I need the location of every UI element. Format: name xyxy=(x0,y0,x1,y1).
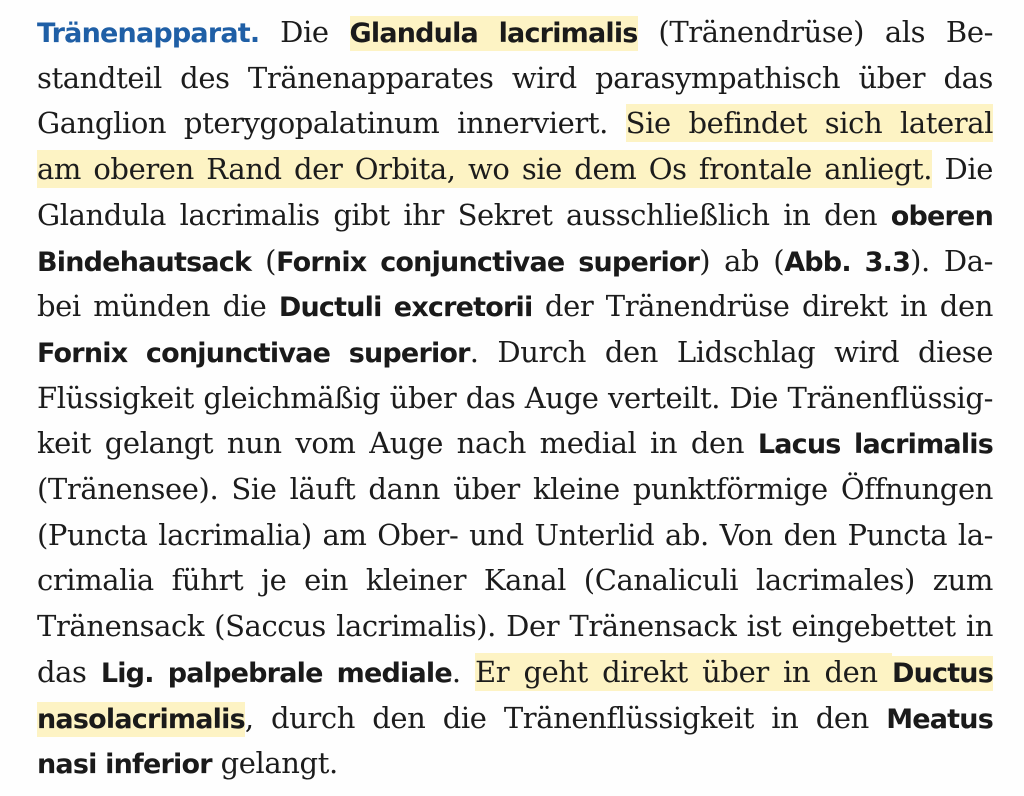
text-line: nasi inferior gelangt. xyxy=(37,740,993,786)
text-line: Tränenapparat. Die Glandula lacrimalis (… xyxy=(37,9,993,55)
text-line: Glandula lacrimalis gibt ihr Sekret auss… xyxy=(37,192,994,238)
bold-term: Abb. 3.3 xyxy=(784,246,911,278)
highlighted-text: am oberen Rand der Orbita, wo sie dem Os… xyxy=(37,150,933,189)
text-run: (Tränensee). Sie läuft dann über kleine … xyxy=(37,472,993,506)
text-line: Bindehautsack (Fornix conjunctivae super… xyxy=(37,238,993,284)
text-run: . xyxy=(451,654,475,689)
text-run: ) ab ( xyxy=(699,243,785,278)
bold-term: Bindehautsack xyxy=(37,246,252,278)
text-run: , durch den die Tränenflüssigkeit in den xyxy=(244,700,887,735)
text-run: (Puncta lacrimalia) am Ober- und Unterli… xyxy=(37,517,993,552)
text-run: das xyxy=(37,654,101,689)
text-line: (Puncta lacrimalia) am Ober- und Unterli… xyxy=(37,512,993,558)
text-run: der Tränendrüse direkt in den xyxy=(532,289,993,324)
highlighted-text: Sie befindet sich lateral xyxy=(625,104,993,143)
bold-term: oberen xyxy=(890,200,994,232)
bold-term: nasi inferior xyxy=(37,749,213,781)
text-line: das Lig. palpebrale mediale. Er geht dir… xyxy=(37,649,994,695)
text-line: standteil des Tränenapparates wird paras… xyxy=(37,55,993,101)
highlighted-bold-term: nasolacrimalis xyxy=(37,701,246,737)
text-run: Die xyxy=(259,15,350,49)
bold-term: Lig. palpebrale mediale xyxy=(100,657,453,689)
text-run: Die xyxy=(932,152,994,187)
text-run: Flüssigkeit gleichmäßig über das Auge ve… xyxy=(37,380,993,415)
highlighted-bold-term: Ductus xyxy=(891,655,994,691)
text-run: standteil des Tränenapparates wird paras… xyxy=(37,60,993,95)
highlighted-text: Er geht direkt über in den xyxy=(474,652,892,691)
text-line: (Tränensee). Sie läuft dann über kleine … xyxy=(37,466,993,512)
section-heading: Tränenapparat. xyxy=(37,18,260,49)
text-run: ( xyxy=(251,243,277,278)
text-line: keit gelangt nun vom Auge nach medial in… xyxy=(37,420,994,466)
text-run: (Tränendrüse) als Be- xyxy=(637,15,993,49)
textbook-page: Tränenapparat. Die Glandula lacrimalis (… xyxy=(0,0,1024,796)
text-line: Ganglion pterygopalatinum innerviert. Si… xyxy=(37,100,993,146)
text-run: gelangt. xyxy=(211,746,339,781)
text-line: Fornix conjunctivae superior. Durch den … xyxy=(37,329,993,375)
text-run: ). Da- xyxy=(910,243,993,278)
text-line: crimalia führt je ein kleiner Kanal (Can… xyxy=(37,557,993,603)
text-run: keit gelangt nun vom Auge nach medial in… xyxy=(37,426,758,461)
text-run: Tränensack (Saccus lacrimalis). Der Trän… xyxy=(37,609,993,644)
text-run: Glandula lacrimalis gibt ihr Sekret auss… xyxy=(37,197,891,232)
highlighted-bold-term: Glandula lacrimalis xyxy=(349,16,638,51)
bold-term: Fornix conjunctivae superior xyxy=(276,246,700,278)
bold-term: Lacus lacrimalis xyxy=(757,429,994,461)
text-line: bei münden die Ductuli excretorii der Tr… xyxy=(37,283,993,329)
text-line: Tränensack (Saccus lacrimalis). Der Trän… xyxy=(37,603,993,649)
text-line: Flüssigkeit gleichmäßig über das Auge ve… xyxy=(37,375,993,421)
bold-term: Meatus xyxy=(886,703,994,735)
text-run: . Durch den Lidschlag wird diese xyxy=(469,334,994,369)
bold-term: Fornix conjunctivae superior xyxy=(37,337,470,369)
text-line: am oberen Rand der Orbita, wo sie dem Os… xyxy=(37,146,993,192)
bold-term: Ductuli excretorii xyxy=(278,292,533,324)
text-run: Ganglion pterygopalatinum innerviert. xyxy=(37,106,626,141)
text-run: crimalia führt je ein kleiner Kanal (Can… xyxy=(37,563,993,598)
text-run: bei münden die xyxy=(37,289,279,324)
text-line: nasolacrimalis, durch den die Tränenflüs… xyxy=(37,695,994,741)
